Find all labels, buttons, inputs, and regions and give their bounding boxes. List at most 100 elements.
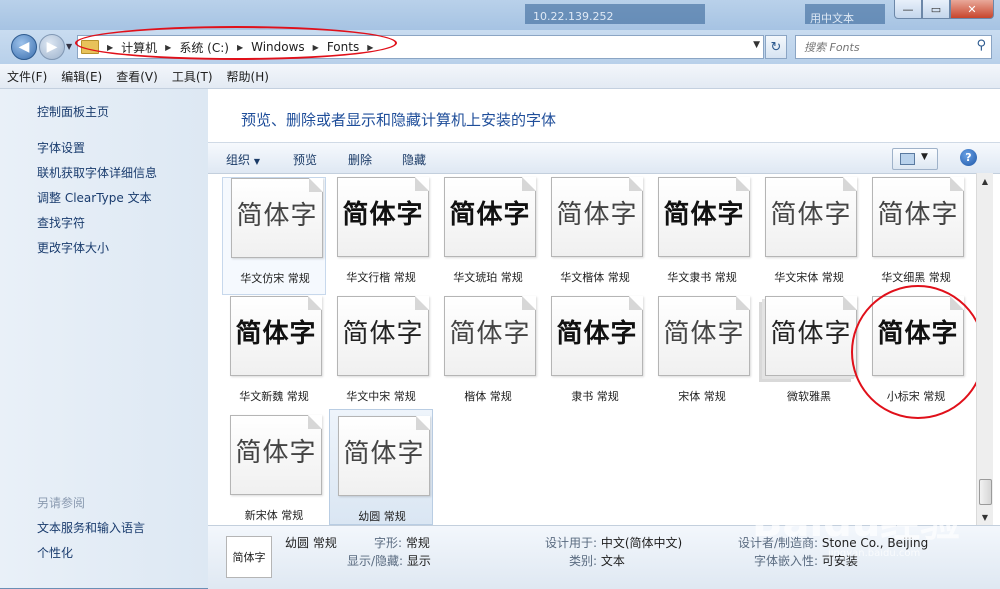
menu-view[interactable]: 查看(V) [109,68,165,85]
address-bar[interactable]: ▶ 计算机 ▶ 系统 (C:) ▶ Windows ▶ Fonts ▶ ▼ [77,35,764,59]
font-tile[interactable]: 简体字 隶书 常规 [543,296,647,414]
close-button[interactable]: ✕ [950,0,994,19]
font-preview-page: 简体字 [338,416,430,496]
font-sample-text: 简体字 [556,319,638,349]
font-label: 华文中宋 常规 [346,390,416,403]
address-dropdown-icon[interactable]: ▼ [753,40,760,50]
font-tile[interactable]: 简体字 楷体 常规 [436,296,540,414]
organize-button[interactable]: 组织 ▼ [226,151,260,168]
see-also-heading: 另请参阅 [37,496,86,510]
chevron-right-icon[interactable]: ▶ [367,43,373,52]
hide-button[interactable]: 隐藏 [402,151,426,168]
details-key: 字体嵌入性: [754,554,819,568]
menu-tools[interactable]: 工具(T) [165,68,220,85]
personalization-link[interactable]: 个性化 [37,544,73,561]
delete-button[interactable]: 删除 [348,151,372,168]
font-tile[interactable]: 简体字 微软雅黑 [757,296,861,414]
details-field-category: 类别: 文本 [569,552,625,569]
breadcrumb-fonts[interactable]: Fonts [327,40,359,54]
find-character-link[interactable]: 查找字符 [37,214,85,231]
page-fold [308,296,322,310]
baidu-watermark: Baidu经验 [752,500,961,546]
search-box[interactable]: ⚲ [795,35,992,59]
title-bar: 10.22.139.252 用中文本 — ▭ ✕ [0,0,1000,30]
chevron-right-icon[interactable]: ▶ [313,43,319,52]
font-sample-text: 简体字 [235,319,317,349]
scrollbar-thumb[interactable] [979,479,992,505]
menu-bar: 文件(F) 编辑(E) 查看(V) 工具(T) 帮助(H) [0,64,1000,89]
breadcrumb-computer[interactable]: 计算机 [121,39,157,56]
details-value: 常规 [405,536,430,550]
page-fold [736,177,750,191]
page-fold [308,415,322,429]
preview-button[interactable]: 预览 [293,151,317,168]
maximize-button[interactable]: ▭ [922,0,950,19]
text-services-link[interactable]: 文本服务和输入语言 [37,519,145,536]
breadcrumb-system-c[interactable]: 系统 (C:) [179,39,229,56]
details-field-designed-for: 设计用于: 中文(简体中文) [545,534,682,551]
font-label: 华文楷体 常规 [560,271,630,284]
font-label: 华文隶书 常规 [667,271,737,284]
font-tile[interactable]: 简体字 华文宋体 常规 [757,177,861,295]
font-tile[interactable]: 简体字 华文楷体 常规 [543,177,647,295]
menu-file[interactable]: 文件(F) [0,68,54,85]
left-task-pane: 控制面板主页 字体设置 联机获取字体详细信息 调整 ClearType 文本 查… [0,89,208,588]
details-field-glyph-style: 字形: 常规 [374,534,430,551]
chevron-right-icon[interactable]: ▶ [165,43,171,52]
chevron-right-icon[interactable]: ▶ [237,43,243,52]
font-preview-page: 简体字 [765,177,857,257]
page-title: 预览、删除或者显示和隐藏计算机上安装的字体 [241,111,557,129]
get-font-info-online-link[interactable]: 联机获取字体详细信息 [37,164,157,181]
font-tile[interactable]: 简体字 华文新魏 常规 [222,296,326,414]
font-sample-text: 简体字 [235,438,317,468]
menu-edit[interactable]: 编辑(E) [54,68,109,85]
font-tile[interactable]: 简体字 华文细黑 常规 [864,177,968,295]
scroll-down-icon[interactable]: ▼ [977,509,993,525]
scroll-up-icon[interactable]: ▲ [977,173,993,189]
font-sample-text: 简体字 [342,319,424,349]
vertical-scrollbar[interactable]: ▲ ▼ [976,173,993,525]
adjust-cleartype-link[interactable]: 调整 ClearType 文本 [37,189,152,206]
control-panel-home-link[interactable]: 控制面板主页 [37,103,109,120]
history-dropdown-icon[interactable]: ▼ [66,42,72,51]
font-tile[interactable]: 简体字 华文行楷 常规 [329,177,433,295]
font-sample-text: 简体字 [663,200,745,230]
font-grid: 简体字 华文仿宋 常规 简体字 华文行楷 常规 简体字 华文琥珀 常规 简体字 … [208,173,976,525]
font-label: 华文新魏 常规 [239,390,309,403]
font-sample-text: 简体字 [877,200,959,230]
page-fold [843,177,857,191]
refresh-button[interactable]: ↻ [765,35,787,59]
chevron-down-icon[interactable]: ▼ [921,152,928,162]
help-button[interactable]: ? [960,149,977,166]
font-tile-selected[interactable]: 简体字 幼圆 常规 [329,409,433,525]
change-view-button[interactable]: ▼ [892,148,938,170]
search-input[interactable] [802,39,971,55]
font-preview-page: 简体字 [230,415,322,495]
font-tile[interactable]: 简体字 宋体 常规 [650,296,754,414]
font-tile[interactable]: 简体字 华文仿宋 常规 [222,177,326,295]
font-label: 华文琥珀 常规 [453,271,523,284]
back-button[interactable]: ◀ [11,34,37,60]
breadcrumb-windows[interactable]: Windows [251,40,305,54]
font-tile[interactable]: 简体字 华文琥珀 常规 [436,177,540,295]
forward-button[interactable]: ▶ [39,34,65,60]
font-label: 华文行楷 常规 [346,271,416,284]
font-tile[interactable]: 简体字 新宋体 常规 [222,415,326,525]
page-fold [522,296,536,310]
details-field-show-hide: 显示/隐藏: 显示 [347,552,431,569]
font-tile[interactable]: 简体字 华文中宋 常规 [329,296,433,414]
details-key: 字形: [374,536,403,550]
font-tile[interactable]: 简体字 小标宋 常规 [864,296,968,414]
font-label: 幼圆 常规 [358,510,406,523]
background-address-text: 10.22.139.252 [533,10,614,23]
font-preview-page: 简体字 [444,296,536,376]
menu-help[interactable]: 帮助(H) [220,68,276,85]
minimize-button[interactable]: — [894,0,922,19]
change-font-size-link[interactable]: 更改字体大小 [37,239,109,256]
font-preview-page: 简体字 [658,296,750,376]
search-icon[interactable]: ⚲ [976,38,986,53]
font-settings-link[interactable]: 字体设置 [37,139,85,156]
font-tile[interactable]: 简体字 华文隶书 常规 [650,177,754,295]
details-thumbnail: 简体字 [226,536,272,578]
chevron-right-icon[interactable]: ▶ [107,43,113,52]
